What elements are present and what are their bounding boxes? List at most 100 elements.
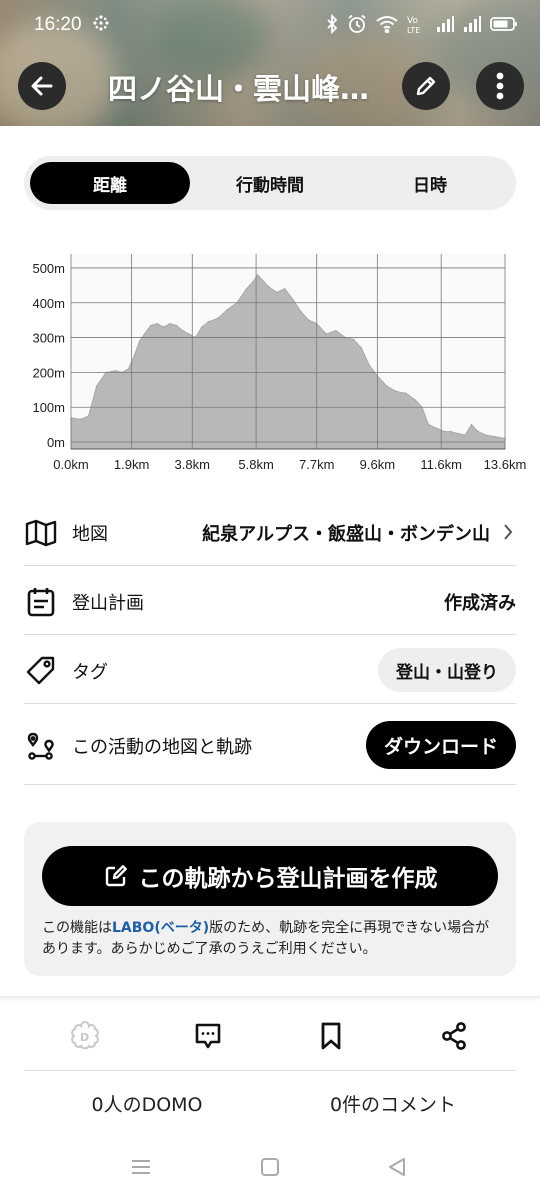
system-nav-bar: [0, 1140, 540, 1200]
plan-label: 登山計画: [72, 593, 144, 614]
elevation-point: [261, 279, 264, 281]
y-tick-label: 400m: [32, 296, 65, 311]
alarm-icon: [348, 14, 366, 33]
activity-actions: D: [0, 1010, 540, 1060]
status-bar: 16:20 Vo LTE: [0, 0, 540, 54]
elevation-point: [207, 321, 209, 323]
tab-moving-time[interactable]: 行動時間: [190, 162, 350, 204]
create-plan-card: この軌跡から登山計画を作成 この機能はLABO(ベータ)版のため、軌跡を完全に再…: [24, 822, 516, 976]
section-divider: [0, 996, 540, 1002]
elevation-point: [470, 424, 473, 426]
bookmark-button[interactable]: [311, 1016, 351, 1056]
back-button[interactable]: [18, 62, 66, 110]
edit-button[interactable]: [402, 62, 450, 110]
beta-note: この機能はLABO(ベータ)版のため、軌跡を完全に再現できない場合があります。あ…: [42, 918, 502, 960]
elevation-point: [156, 323, 158, 325]
y-tick-label: 500m: [32, 261, 65, 276]
elevation-point: [95, 385, 98, 387]
edit-square-icon: [105, 865, 127, 887]
create-plan-button[interactable]: この軌跡から登山計画を作成: [42, 846, 498, 906]
elevation-point: [276, 291, 278, 293]
x-tick-label: 0.0km: [53, 457, 88, 472]
wifi-icon: [376, 16, 398, 33]
elevation-point: [143, 333, 145, 335]
elevation-point: [268, 286, 270, 288]
elevation-point: [308, 319, 310, 321]
elevation-point: [139, 340, 141, 342]
arrow-left-icon: [31, 76, 53, 96]
domo-count[interactable]: 0人のDOMO: [32, 1090, 262, 1117]
y-tick-label: 100m: [32, 400, 65, 415]
elevation-point: [252, 281, 254, 283]
elevation-point: [435, 427, 437, 429]
back-icon[interactable]: [386, 1156, 408, 1182]
bluetooth-icon: [327, 14, 338, 34]
elevation-point: [217, 317, 219, 319]
tag-chip[interactable]: 登山・山登り: [378, 648, 516, 692]
labo-beta-link[interactable]: LABO(ベータ): [112, 920, 209, 936]
svg-text:Vo: Vo: [407, 16, 418, 26]
y-tick-label: 200m: [32, 365, 65, 380]
track-row: この活動の地図と軌跡 ダウンロード: [24, 705, 516, 785]
domo-icon: D: [71, 1020, 99, 1050]
elevation-point: [226, 309, 228, 311]
status-time: 16:20: [34, 14, 82, 35]
elevation-point: [169, 323, 171, 325]
actions-separator: [24, 1070, 516, 1071]
map-row[interactable]: 地図 紀泉アルプス・飯盛山・ボンデン山: [24, 498, 516, 566]
elevation-point: [494, 436, 496, 438]
elevation-point: [201, 326, 203, 328]
map-value: 紀泉アルプス・飯盛山・ボンデン山: [202, 524, 490, 545]
home-icon[interactable]: [259, 1156, 281, 1182]
share-button[interactable]: [434, 1016, 474, 1056]
elevation-point: [360, 347, 362, 349]
elevation-point: [395, 390, 398, 393]
elevation-point: [175, 324, 177, 326]
route-icon: [24, 729, 58, 763]
plan-row[interactable]: 登山計画 作成済み: [24, 567, 516, 635]
plan-value: 作成済み: [444, 593, 516, 614]
x-tick-label: 3.8km: [175, 457, 210, 472]
elevation-point: [245, 288, 248, 290]
comment-button[interactable]: [188, 1016, 228, 1056]
elevation-point: [477, 431, 479, 433]
elevation-point: [325, 333, 327, 335]
elevation-point: [443, 431, 445, 433]
elevation-point: [115, 370, 117, 372]
comment-count[interactable]: 0件のコメント: [278, 1090, 508, 1117]
elevation-point: [132, 357, 134, 360]
elevation-point: [127, 368, 129, 370]
tab-datetime[interactable]: 日時: [350, 162, 510, 204]
elevation-point: [415, 399, 417, 401]
x-tick-label: 13.6km: [484, 457, 527, 472]
elevation-point: [182, 330, 184, 332]
signal-icon: [464, 16, 481, 32]
elevation-point: [464, 434, 466, 436]
elevation-point: [368, 364, 370, 366]
signal-icon: [437, 16, 454, 32]
elevation-point: [257, 274, 259, 276]
share-icon: [442, 1022, 466, 1050]
tag-row: タグ 登山・山登り: [24, 636, 516, 704]
elevation-point: [450, 431, 452, 433]
download-button[interactable]: ダウンロード: [365, 721, 516, 769]
elevation-chart: 500m 400m 300m 200m 100m 0m 0.0km 1.9km 3.8km 5.8…: [32, 254, 527, 472]
y-tick-label: 0m: [47, 435, 65, 450]
tab-distance[interactable]: 距離: [30, 162, 190, 204]
elevation-point: [485, 434, 487, 436]
menu-icon[interactable]: [130, 1156, 152, 1182]
elevation-point: [80, 418, 82, 420]
y-tick-label: 300m: [32, 331, 65, 346]
more-button[interactable]: [476, 62, 524, 110]
x-tick-label: 9.6km: [360, 457, 395, 472]
notification-dots-icon: [92, 14, 110, 36]
elevation-point: [405, 392, 407, 394]
bookmark-icon: [321, 1022, 341, 1050]
elevation-point: [300, 310, 302, 313]
elevation-point: [284, 288, 286, 290]
beta-note-prefix: この機能は: [42, 920, 112, 936]
pencil-icon: [416, 76, 436, 96]
status-icons: Vo LTE: [326, 14, 518, 34]
domo-button[interactable]: D: [65, 1016, 105, 1056]
svg-text:LTE: LTE: [407, 26, 420, 34]
